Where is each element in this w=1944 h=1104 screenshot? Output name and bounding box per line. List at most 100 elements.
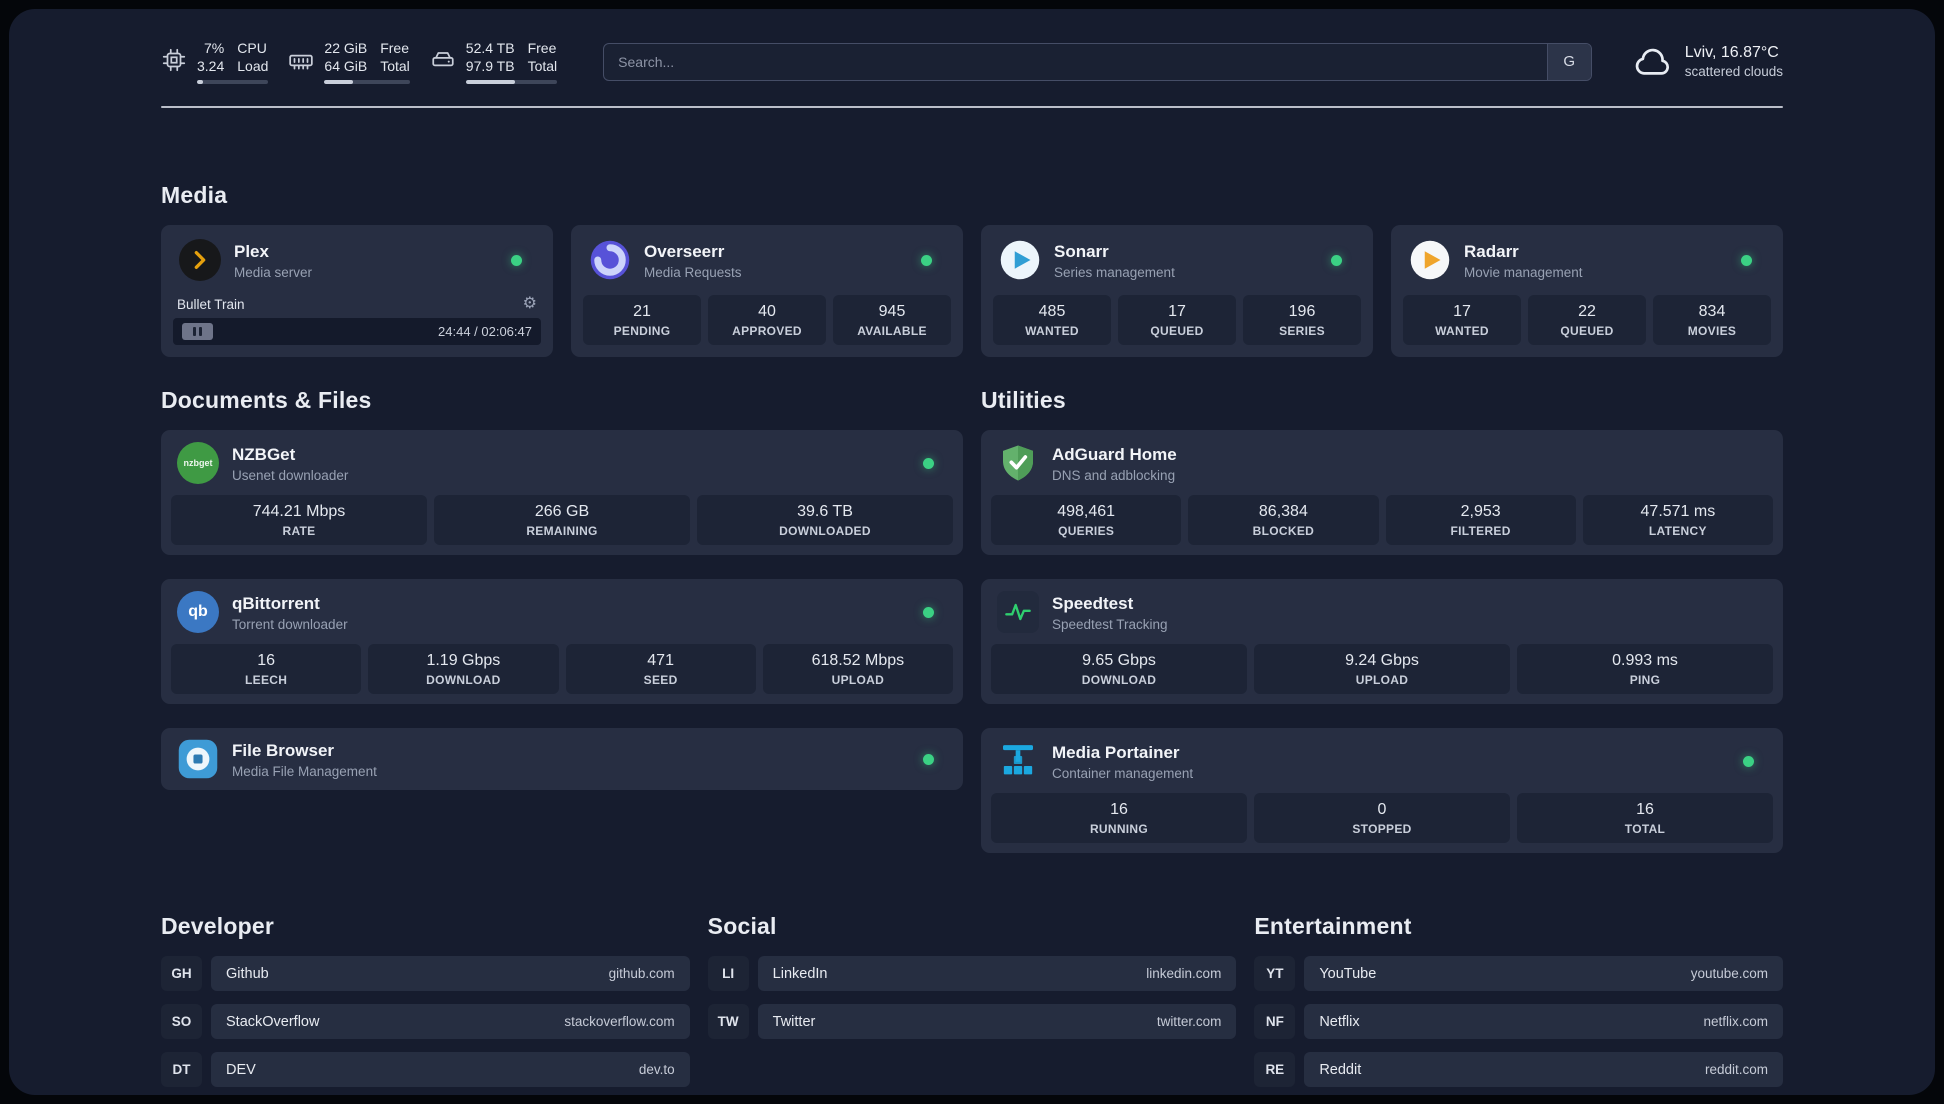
stat-label: UPLOAD (1355, 672, 1409, 687)
app-card-qbittorrent[interactable]: qb qBittorrent Torrent downloader 16 LEECH 1.… (161, 579, 963, 705)
stat-label: QUEUED (1150, 323, 1204, 338)
stat-label: BLOCKED (1252, 523, 1315, 538)
section-title-utilities: Utilities (981, 387, 1066, 414)
section-title: Social (707, 913, 777, 940)
section-media: Media Plex Media server Bullet Train ⚙ 24:44… (161, 182, 1783, 358)
app-card-sonarr[interactable]: Sonarr Series management 485 WANTED 17 QUEUED… (981, 225, 1373, 358)
search-input[interactable] (603, 42, 1592, 81)
link-dev[interactable]: DEV dev.to (211, 1052, 690, 1088)
dashboard: 7% 3.24 CPU Load 22 GiB 64 GiB Free Tota… (9, 9, 1935, 1095)
stat-label: RATE (282, 523, 316, 538)
filebrowser-icon (177, 738, 219, 780)
stat-label: WANTED (1435, 323, 1489, 338)
plex-icon (179, 239, 221, 282)
speedtest-icon (997, 591, 1039, 634)
stat-tile: 16 TOTAL (1517, 793, 1773, 844)
playback-time: 24:44 / 02:06:47 (438, 324, 532, 340)
weather-widget[interactable]: Lviv, 16.87°C scattered clouds (1634, 44, 1783, 79)
app-name: qBittorrent (232, 594, 320, 614)
link-reddit[interactable]: Reddit reddit.com (1304, 1052, 1783, 1088)
stat-tile: 40 APPROVED (708, 295, 826, 346)
cpu-usage-bar (197, 80, 269, 85)
stats-row: 17 WANTED 22 QUEUED 834 MOVIES (1403, 286, 1771, 346)
link-section-developer: Developer GH Github github.com SO StackOverfl… (161, 913, 690, 1088)
link-github[interactable]: Github github.com (211, 956, 690, 992)
stat-label: SERIES (1279, 323, 1325, 338)
link-name: Twitter (772, 1013, 816, 1030)
link-domain: netflix.com (1703, 1014, 1768, 1030)
memory-icon (289, 54, 314, 70)
stat-tile: 22 QUEUED (1528, 295, 1646, 346)
stat-label: QUEUED (1560, 323, 1614, 338)
app-name: AdGuard Home (1052, 445, 1177, 465)
stat-tile: 744.21 Mbps RATE (171, 495, 427, 546)
stat-tile: 471 SEED (565, 644, 756, 695)
stat-value: 2,953 (1460, 502, 1501, 520)
stat-tile: 618.52 Mbps UPLOAD (762, 644, 953, 695)
player-settings-gear-icon[interactable]: ⚙ (523, 296, 537, 312)
link-name: LinkedIn (772, 965, 828, 982)
radarr-icon (1409, 239, 1451, 281)
app-card-speedtest[interactable]: Speedtest Speedtest Tracking 9.65 Gbps DOWN… (981, 579, 1783, 705)
app-card-radarr[interactable]: Radarr Movie management 17 WANTED 22 QUEUED 83… (1391, 225, 1783, 358)
weather-location: Lviv, 16.87°C (1684, 44, 1779, 62)
pause-bar (193, 327, 196, 337)
link-stackoverflow[interactable]: StackOverflow stackoverflow.com (211, 1004, 690, 1040)
app-card-nzbget[interactable]: nzbget NZBGet Usenet downloader 744.21 Mbps… (161, 430, 963, 556)
stat-tile: 0.993 ms PING (1517, 644, 1773, 695)
link-twitter[interactable]: Twitter twitter.com (757, 1004, 1237, 1040)
portainer-icon (997, 740, 1039, 782)
stat-value: 618.52 Mbps (811, 651, 905, 669)
app-name: Overseerr (644, 242, 725, 262)
nzbget-icon: nzbget (177, 442, 219, 485)
stat-value: 40 (758, 302, 776, 320)
stat-tile: 0 STOPPED (1254, 793, 1510, 844)
app-name: Plex (234, 242, 269, 262)
search-engine-button[interactable]: G (1546, 43, 1591, 80)
stat-label: PING (1629, 672, 1661, 687)
player-progress-bar[interactable]: 24:44 / 02:06:47 (173, 318, 541, 346)
adguard-icon (997, 442, 1039, 484)
status-dot (923, 753, 934, 765)
link-domain: stackoverflow.com (564, 1014, 675, 1030)
app-card-plex[interactable]: Plex Media server Bullet Train ⚙ 24:44 / 02:… (161, 225, 553, 358)
stat-label: UPLOAD (831, 672, 885, 687)
link-row-netflix: NF Netflix netflix.com (1254, 1004, 1783, 1040)
disk-metric: 52.4 TB 97.9 TB Free Total (430, 39, 558, 85)
link-name: StackOverflow (226, 1013, 320, 1030)
stat-label: DOWNLOADED (779, 523, 871, 538)
app-card-overseerr[interactable]: Overseerr Media Requests 21 PENDING 40 APPROV… (571, 225, 963, 358)
link-row-github: GH Github github.com (161, 956, 690, 992)
stat-value: 9.65 Gbps (1082, 651, 1156, 669)
stat-label: LEECH (245, 672, 288, 687)
link-abbr-badge: SO (161, 1004, 202, 1040)
app-card-adguard[interactable]: AdGuard Home DNS and adblocking 498,461 QUE… (981, 430, 1783, 556)
stat-tile: 47.571 ms LATENCY (1582, 495, 1773, 546)
app-titles: File Browser Media File Management (232, 740, 377, 778)
stat-label: STOPPED (1352, 821, 1412, 836)
stat-value: 39.6 TB (797, 502, 853, 520)
link-netflix[interactable]: Netflix netflix.com (1304, 1004, 1783, 1040)
stat-value: 16 (257, 651, 276, 669)
pause-button[interactable] (182, 323, 213, 341)
link-youtube[interactable]: YouTube youtube.com (1304, 956, 1783, 992)
app-card-header: Overseerr Media Requests (583, 237, 951, 283)
app-card-header: AdGuard Home DNS and adblocking (991, 440, 1773, 486)
app-card-filebrowser[interactable]: File Browser Media File Management (161, 728, 963, 791)
link-name: YouTube (1319, 965, 1377, 982)
link-linkedin[interactable]: LinkedIn linkedin.com (757, 956, 1237, 992)
stat-label: MOVIES (1687, 323, 1737, 338)
stat-label: SEED (643, 672, 678, 687)
stats-row: 744.21 Mbps RATE 266 GB REMAINING 39.6 TB DOW… (171, 486, 953, 546)
link-row-stackoverflow: SO StackOverflow stackoverflow.com (161, 1004, 690, 1040)
stat-tile: 17 QUEUED (1118, 295, 1236, 346)
app-card-portainer[interactable]: Media Portainer Container management 16 RUN… (981, 728, 1783, 854)
app-name: Radarr (1464, 242, 1519, 262)
stat-tile: 196 SERIES (1243, 295, 1361, 346)
disk-label-top: Free (527, 40, 557, 56)
link-abbr-badge: LI (707, 956, 749, 992)
stat-value: 485 (1038, 302, 1066, 320)
disk-usage-bar-fill (465, 80, 516, 85)
app-card-header: qb qBittorrent Torrent downloader (171, 589, 953, 635)
link-section-entertainment: Entertainment YT YouTube youtube.com NF Netfl… (1254, 913, 1783, 1088)
